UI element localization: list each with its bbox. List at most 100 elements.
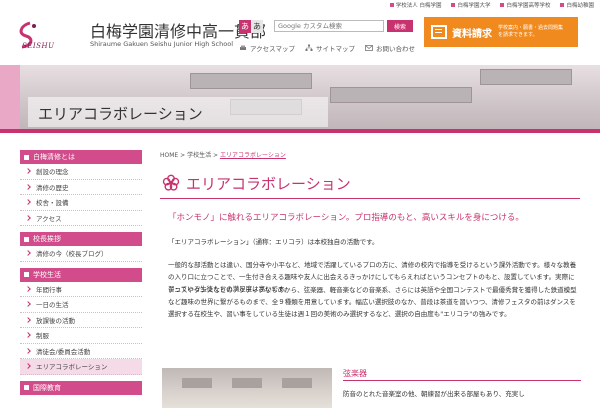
site-logo[interactable]: SEISHU 白梅学園清修中高一貫部 Shiraume Gakuen Seish… [14,18,266,56]
sidebar-group-principal[interactable]: 校長挨拶 [20,232,142,246]
search-input[interactable] [278,22,358,30]
section-text: 防音のとれた音楽室の他、朝練習が出来る部屋もあり、充実し [343,390,525,398]
document-icon [431,25,447,39]
bullet-icon [24,272,29,277]
sidebar-item[interactable]: 放課後の活動 [20,312,142,328]
top-link[interactable]: 学校法人 白梅学園 [389,0,442,10]
top-link[interactable]: 白梅幼稚園 [560,0,594,10]
font-size-switcher: あ あ [239,20,263,33]
top-link-label[interactable]: 白梅学園高等学校 [506,1,550,9]
chevron-right-icon [25,214,31,221]
breadcrumb-parent[interactable]: 学校生活 [187,152,211,159]
sidebar-item-label[interactable]: 清修の歴史 [36,182,69,192]
sidebar-item[interactable]: 創設の理念 [20,164,142,180]
chevron-right-icon [25,250,31,257]
font-size-large-button[interactable]: あ [251,20,263,33]
sidebar-item[interactable]: 清徒会/委員会活動 [20,343,142,359]
breadcrumb-separator: > [213,152,219,159]
search-box [274,20,384,32]
sidebar-group-about[interactable]: 白梅清修とは [20,150,142,164]
access-map-link[interactable]: アクセスマップ [239,43,295,53]
top-link-label[interactable]: 白梅幼稚園 [566,1,594,9]
request-materials-button[interactable]: 資料請求 学校案内・願書・過去問題集 を請求できます。 [424,17,578,47]
photo-detail [182,378,212,388]
bullet-icon [560,3,565,7]
top-link[interactable]: 白梅学園大学 [451,0,490,10]
top-links: 学校法人 白梅学園 白梅学園大学 白梅学園高等学校 白梅幼稚園 [389,0,594,10]
sidebar-item[interactable]: 清修の今（校長ブログ） [20,246,142,262]
font-size-normal-button[interactable]: あ [239,20,251,33]
sidebar-group-label[interactable]: 白梅清修とは [33,152,75,162]
page-title-block: エリアコラボレーション [160,172,580,199]
paragraph: 「エリアコラボレーション」（通称：エリコラ）は本校独自の活動です。 [168,238,379,246]
contact-label[interactable]: お問い合わせ [376,43,415,53]
sidebar-item-active[interactable]: エリアコラボレーション [20,359,142,375]
sidebar-item[interactable]: 一日の生活 [20,297,142,313]
banner-window [190,73,312,89]
breadcrumb-separator: > [180,152,186,159]
banner-accent-bar [0,129,600,133]
sidebar-item-label[interactable]: エリアコラボレーション [36,361,107,371]
search-button[interactable]: 検索 [387,20,413,32]
breadcrumb: HOME > 学校生活 > エリアコラボレーション [160,150,286,159]
plum-flower-icon [162,174,180,191]
section-photo [162,368,332,408]
chevron-right-icon [25,332,31,339]
sidebar-group-international[interactable]: 国際教育 [20,380,142,395]
request-title: 資料請求 [452,28,492,40]
sidebar-item[interactable]: アクセス [20,210,142,226]
banner-title-box: エリアコラボレーション [28,97,328,127]
sidebar-group-label[interactable]: 校長挨拶 [33,234,61,244]
sidebar-item-label[interactable]: 制服 [36,330,49,340]
sidebar-group-school-life[interactable]: 学校生活 [20,267,142,282]
sidebar-group-label[interactable]: 国際教育 [33,383,61,393]
breadcrumb-current: エリアコラボレーション [219,152,286,159]
sidebar-item[interactable]: 年間行事 [20,281,142,297]
mail-icon [365,44,373,52]
bullet-icon [389,3,394,7]
top-link[interactable]: 白梅学園高等学校 [500,0,550,10]
top-link-label[interactable]: 白梅学園大学 [457,1,490,9]
chevron-right-icon [25,285,31,292]
sidebar-item-label[interactable]: アクセス [36,213,62,223]
sidebar-item-label[interactable]: 清徒会/委員会活動 [36,346,90,356]
sidebar-item-label[interactable]: 校舎・設備 [36,197,69,207]
chevron-right-icon [25,168,31,175]
bullet-icon [500,3,505,7]
page-title: エリアコラボレーション [186,175,351,193]
sidebar-group-label[interactable]: 学校生活 [33,270,61,280]
sidebar-nav: 白梅清修とは 創設の理念 清修の歴史 校舎・設備 アクセス 校長挨拶 清修の今（… [20,150,142,395]
access-map-label[interactable]: アクセスマップ [250,43,295,53]
sidebar-item[interactable]: 制服 [20,328,142,344]
chevron-right-icon [25,316,31,323]
sitemap-icon [305,44,313,52]
section-heading: 弦楽器 [343,369,367,378]
bullet-icon [451,3,456,7]
banner-window [330,87,472,103]
page-banner: エリアコラボレーション [0,65,600,133]
contact-link[interactable]: お問い合わせ [365,43,415,53]
logo-english: SEISHU [22,42,55,50]
sidebar-item-label[interactable]: 年間行事 [36,284,62,294]
car-icon [239,44,247,52]
sitemap-link[interactable]: サイトマップ [305,43,355,53]
sidebar-item[interactable]: 清修の歴史 [20,179,142,195]
banner-pink-band [0,65,20,133]
sitemap-label[interactable]: サイトマップ [316,43,355,53]
section-divider [343,380,581,381]
bullet-icon [24,154,29,160]
utility-links: アクセスマップ サイトマップ お問い合わせ [239,43,415,53]
sidebar-item-label[interactable]: 放課後の活動 [36,315,75,325]
sidebar-item-label[interactable]: 清修の今（校長ブログ） [36,248,108,258]
sidebar-item[interactable]: 校舎・設備 [20,195,142,211]
top-link-label[interactable]: 学校法人 白梅学園 [396,1,442,9]
logo-subtitle: Shiraume Gakuen Seishu Junior High Schoo… [90,40,233,48]
sidebar-item-label[interactable]: 一日の生活 [36,299,69,309]
bullet-icon [24,236,29,242]
chevron-right-icon [25,301,31,308]
breadcrumb-home[interactable]: HOME [160,152,178,159]
sidebar-item-label[interactable]: 創設の理念 [36,166,69,176]
chevron-right-icon [25,199,31,206]
paragraph: テニスやダンスなどのアクティブなものから、弦楽器、軽音楽などの音楽系、さらには英… [168,286,577,318]
chevron-right-icon [25,347,31,354]
